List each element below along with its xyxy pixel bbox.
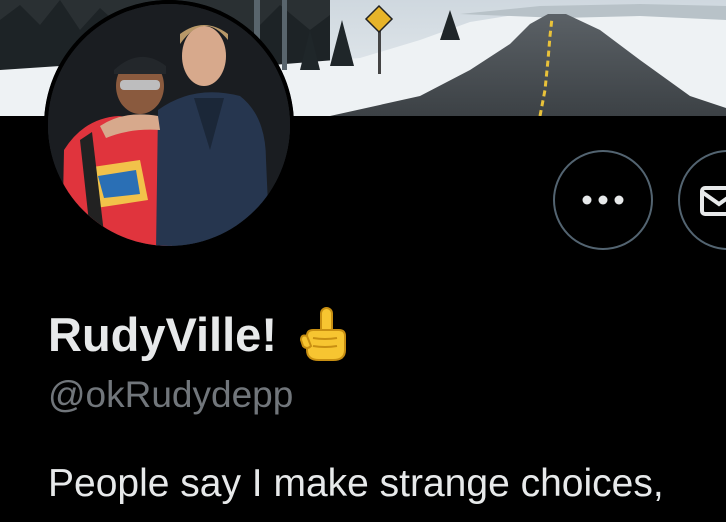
display-name-row: RudyVille!: [48, 304, 351, 364]
more-horizontal-icon: [582, 195, 624, 205]
profile-handle: @okRudydepp: [48, 374, 294, 415]
message-button[interactable]: [678, 150, 726, 250]
profile-photo-icon: [44, 0, 294, 250]
envelope-icon: [700, 186, 726, 216]
more-options-button[interactable]: [553, 150, 653, 250]
profile-page: RudyVille! @okRudydepp People say I make…: [0, 0, 726, 522]
profile-avatar[interactable]: [44, 0, 294, 250]
pointing-up-emoji-icon: [299, 306, 351, 362]
profile-bio: People say I make strange choices,: [48, 462, 664, 505]
display-name: RudyVille!: [48, 307, 277, 361]
